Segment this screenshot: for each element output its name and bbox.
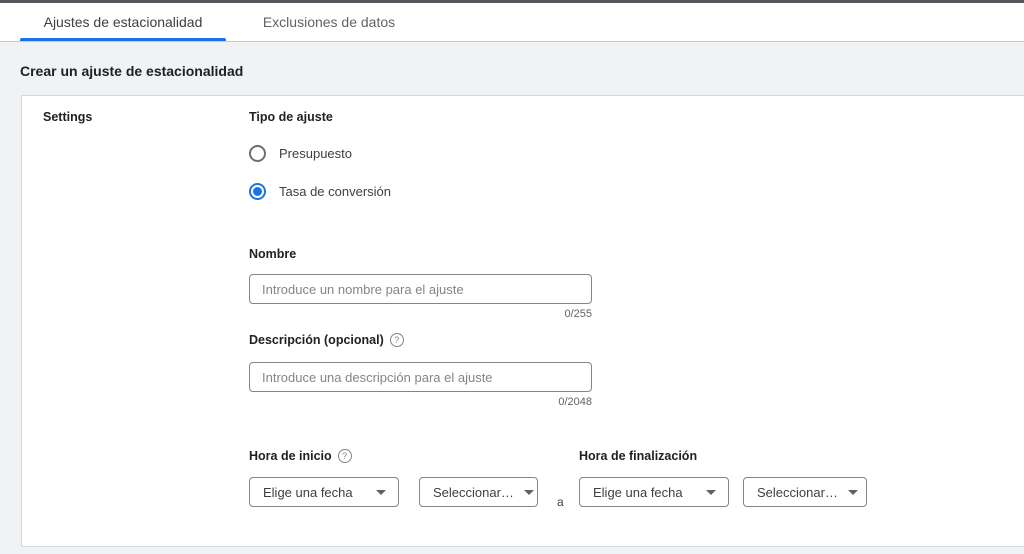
page-title: Crear un ajuste de estacionalidad — [20, 63, 244, 79]
end-date-dropdown[interactable]: Elige una fecha — [579, 477, 729, 507]
chevron-down-icon — [706, 489, 716, 495]
start-time-label: Hora de inicio ? — [249, 449, 352, 463]
tab-data-exclusions-label: Exclusiones de datos — [262, 14, 396, 30]
description-label-text: Descripción (opcional) — [249, 333, 384, 347]
description-input[interactable] — [249, 362, 592, 392]
tab-data-exclusions[interactable]: Exclusiones de datos — [246, 3, 412, 41]
name-input[interactable] — [249, 274, 592, 304]
name-char-counter: 0/255 — [564, 308, 592, 320]
description-label: Descripción (opcional) ? — [249, 333, 404, 347]
radio-option-budget[interactable]: Presupuesto — [249, 145, 352, 162]
radio-selected-icon — [249, 183, 266, 200]
start-date-dropdown-value: Elige una fecha — [263, 484, 353, 500]
radio-option-budget-label: Presupuesto — [279, 146, 352, 161]
adjustment-type-label: Tipo de ajuste — [249, 110, 333, 124]
start-time-dropdown[interactable]: Seleccionar… — [419, 477, 538, 507]
end-time-label: Hora de finalización — [579, 449, 698, 463]
help-icon[interactable]: ? — [337, 449, 352, 463]
chevron-down-icon — [847, 489, 858, 495]
tab-bar: Ajustes de estacionalidad Exclusiones de… — [0, 3, 1024, 42]
start-time-label-text: Hora de inicio — [249, 449, 332, 463]
description-char-counter: 0/2048 — [558, 396, 592, 408]
range-separator: a — [557, 495, 564, 509]
radio-unselected-icon — [249, 145, 266, 162]
start-time-dropdown-value: Seleccionar… — [433, 484, 514, 500]
name-label: Nombre — [249, 247, 297, 261]
seasonality-adjustments-screen: Ajustes de estacionalidad Exclusiones de… — [0, 0, 1024, 554]
tab-seasonality-adjustments-label: Ajustes de estacionalidad — [43, 14, 203, 30]
end-time-dropdown[interactable]: Seleccionar… — [743, 477, 867, 507]
radio-option-conversion-rate-label: Tasa de conversión — [279, 184, 392, 199]
end-date-dropdown-value: Elige una fecha — [593, 484, 683, 500]
create-adjustment-card: Settings Tipo de ajuste Presupuesto Tasa… — [21, 95, 1024, 547]
radio-option-conversion-rate[interactable]: Tasa de conversión — [249, 183, 391, 200]
chevron-down-icon — [523, 489, 534, 495]
radio-dot — [253, 187, 262, 196]
chevron-down-icon — [376, 489, 386, 495]
settings-section-label: Settings — [43, 110, 93, 124]
end-time-dropdown-value: Seleccionar… — [757, 484, 838, 500]
tab-seasonality-adjustments[interactable]: Ajustes de estacionalidad — [20, 3, 226, 41]
start-date-dropdown[interactable]: Elige una fecha — [249, 477, 399, 507]
help-icon[interactable]: ? — [389, 333, 404, 347]
